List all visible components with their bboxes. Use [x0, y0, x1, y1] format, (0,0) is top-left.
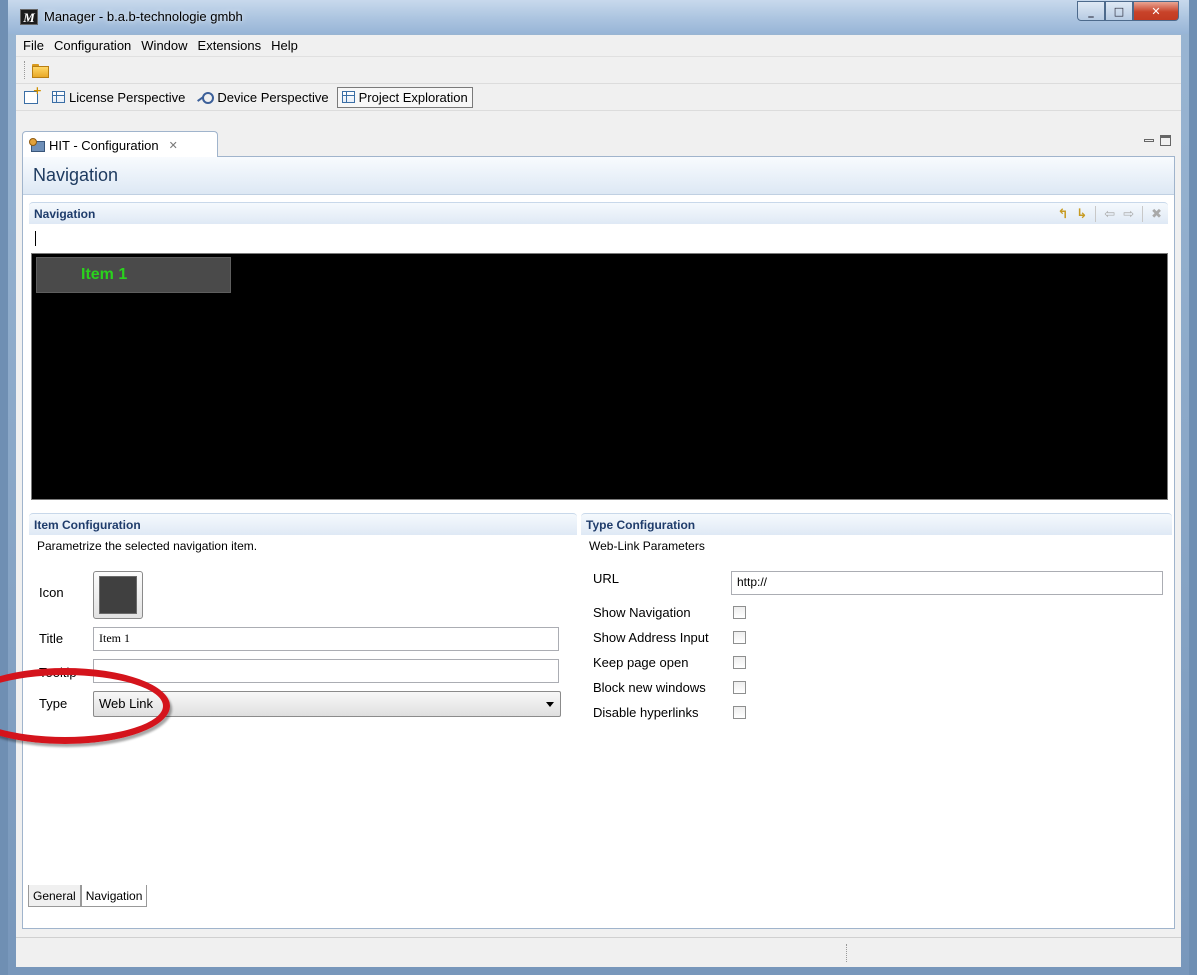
url-label: URL: [593, 571, 620, 586]
delete-icon[interactable]: ✖: [1151, 207, 1162, 222]
open-perspective-icon[interactable]: [24, 84, 42, 104]
minimize-view-icon[interactable]: [1144, 139, 1154, 142]
maximize-button[interactable]: □: [1105, 1, 1133, 21]
move-up-icon[interactable]: ↰: [1057, 207, 1068, 222]
navigation-toolbar: ↰ ↳ ⇦ ⇨ ✖: [1057, 206, 1162, 222]
device-icon: [197, 90, 215, 104]
menu-extensions[interactable]: Extensions: [193, 38, 267, 53]
move-down-icon[interactable]: ↳: [1076, 207, 1087, 222]
type-configuration-title: Type Configuration: [581, 513, 1172, 535]
editor-area: Navigation Navigation ↰ ↳ ⇦ ⇨ ✖ Item 1 I…: [22, 157, 1175, 929]
title-field[interactable]: Item 1: [93, 627, 559, 651]
type-configuration-subtitle: Web-Link Parameters: [589, 539, 705, 553]
menu-configuration[interactable]: Configuration: [49, 38, 136, 53]
perspective-label: License Perspective: [69, 89, 186, 105]
grid-icon: [52, 91, 65, 103]
editor-tab-bar: HIT - Configuration ✕: [22, 131, 1175, 158]
perspective-label: Project Exploration: [358, 89, 468, 105]
chevron-down-icon: [546, 702, 554, 707]
client-area: File Configuration Window Extensions Hel…: [16, 35, 1181, 967]
block-new-windows-checkbox[interactable]: [733, 681, 746, 694]
configuration-icon: [29, 138, 45, 152]
block-new-windows-label: Block new windows: [593, 680, 706, 695]
arrow-right-icon[interactable]: ⇨: [1123, 207, 1134, 222]
tab-label: HIT - Configuration: [49, 137, 159, 153]
tab-hit-configuration[interactable]: HIT - Configuration ✕: [22, 131, 218, 158]
maximize-view-icon[interactable]: [1160, 135, 1171, 146]
tab-general[interactable]: General: [28, 885, 81, 907]
menu-bar: File Configuration Window Extensions Hel…: [16, 35, 1181, 57]
navigation-section-title: Navigation: [29, 202, 1168, 224]
text-caret: [35, 231, 36, 246]
navigation-section: Navigation ↰ ↳ ⇦ ⇨ ✖ Item 1: [29, 202, 1168, 512]
view-controls: [1144, 135, 1171, 146]
app-logo-icon: M: [20, 9, 38, 25]
navigation-preview[interactable]: Item 1: [31, 253, 1168, 500]
grid-icon: [341, 91, 355, 103]
perspective-label: Device Perspective: [217, 89, 329, 105]
tab-navigation[interactable]: Navigation: [80, 885, 148, 907]
open-folder-icon[interactable]: [32, 64, 49, 78]
icon-preview: [99, 576, 137, 614]
show-navigation-checkbox[interactable]: [733, 606, 746, 619]
window-title: Manager - b.a.b-technologie gmbh: [44, 9, 243, 24]
keep-page-open-label: Keep page open: [593, 655, 689, 670]
close-window-button[interactable]: ✕: [1133, 1, 1179, 21]
perspective-project-exploration[interactable]: Project Exploration: [336, 86, 473, 108]
navigation-item[interactable]: Item 1: [36, 257, 231, 293]
icon-label: Icon: [39, 585, 64, 600]
title-bar[interactable]: M Manager - b.a.b-technologie gmbh _ □ ✕: [8, 0, 1189, 34]
arrow-left-icon[interactable]: ⇦: [1104, 207, 1115, 222]
disable-hyperlinks-label: Disable hyperlinks: [593, 705, 699, 720]
toolbar-grip[interactable]: [24, 61, 26, 79]
show-address-input-checkbox[interactable]: [733, 631, 746, 644]
type-configuration-section: Type Configuration Web-Link Parameters U…: [581, 513, 1172, 893]
show-navigation-label: Show Navigation: [593, 605, 691, 620]
tooltip-field[interactable]: [93, 659, 559, 683]
window-controls: _ □ ✕: [1077, 1, 1179, 21]
status-bar: [16, 937, 1181, 967]
minimize-button[interactable]: _: [1077, 1, 1105, 21]
toolbar-separator: [1095, 206, 1097, 222]
disable-hyperlinks-checkbox[interactable]: [733, 706, 746, 719]
menu-help[interactable]: Help: [266, 38, 303, 53]
perspective-device[interactable]: Device Perspective: [193, 88, 332, 107]
menu-file[interactable]: File: [18, 38, 49, 53]
title-label: Title: [39, 631, 64, 646]
url-field[interactable]: http://: [731, 571, 1163, 595]
editor-page-tabs: General Navigation: [28, 885, 148, 907]
keep-page-open-checkbox[interactable]: [733, 656, 746, 669]
item-configuration-title: Item Configuration: [29, 513, 577, 535]
main-toolbar: [16, 57, 1181, 84]
item-configuration-description: Parametrize the selected navigation item…: [37, 539, 258, 553]
perspective-bar: License Perspective Device Perspective P…: [16, 84, 1181, 111]
icon-picker-button[interactable]: [93, 571, 143, 619]
form-title: Navigation: [23, 157, 1174, 195]
tab-close-icon[interactable]: ✕: [169, 139, 178, 152]
menu-window[interactable]: Window: [136, 38, 192, 53]
perspective-license[interactable]: License Perspective: [48, 88, 189, 107]
show-address-input-label: Show Address Input: [593, 630, 709, 645]
toolbar-separator: [1142, 206, 1144, 222]
app-window: M Manager - b.a.b-technologie gmbh _ □ ✕…: [0, 0, 1197, 975]
status-divider: [846, 944, 847, 962]
